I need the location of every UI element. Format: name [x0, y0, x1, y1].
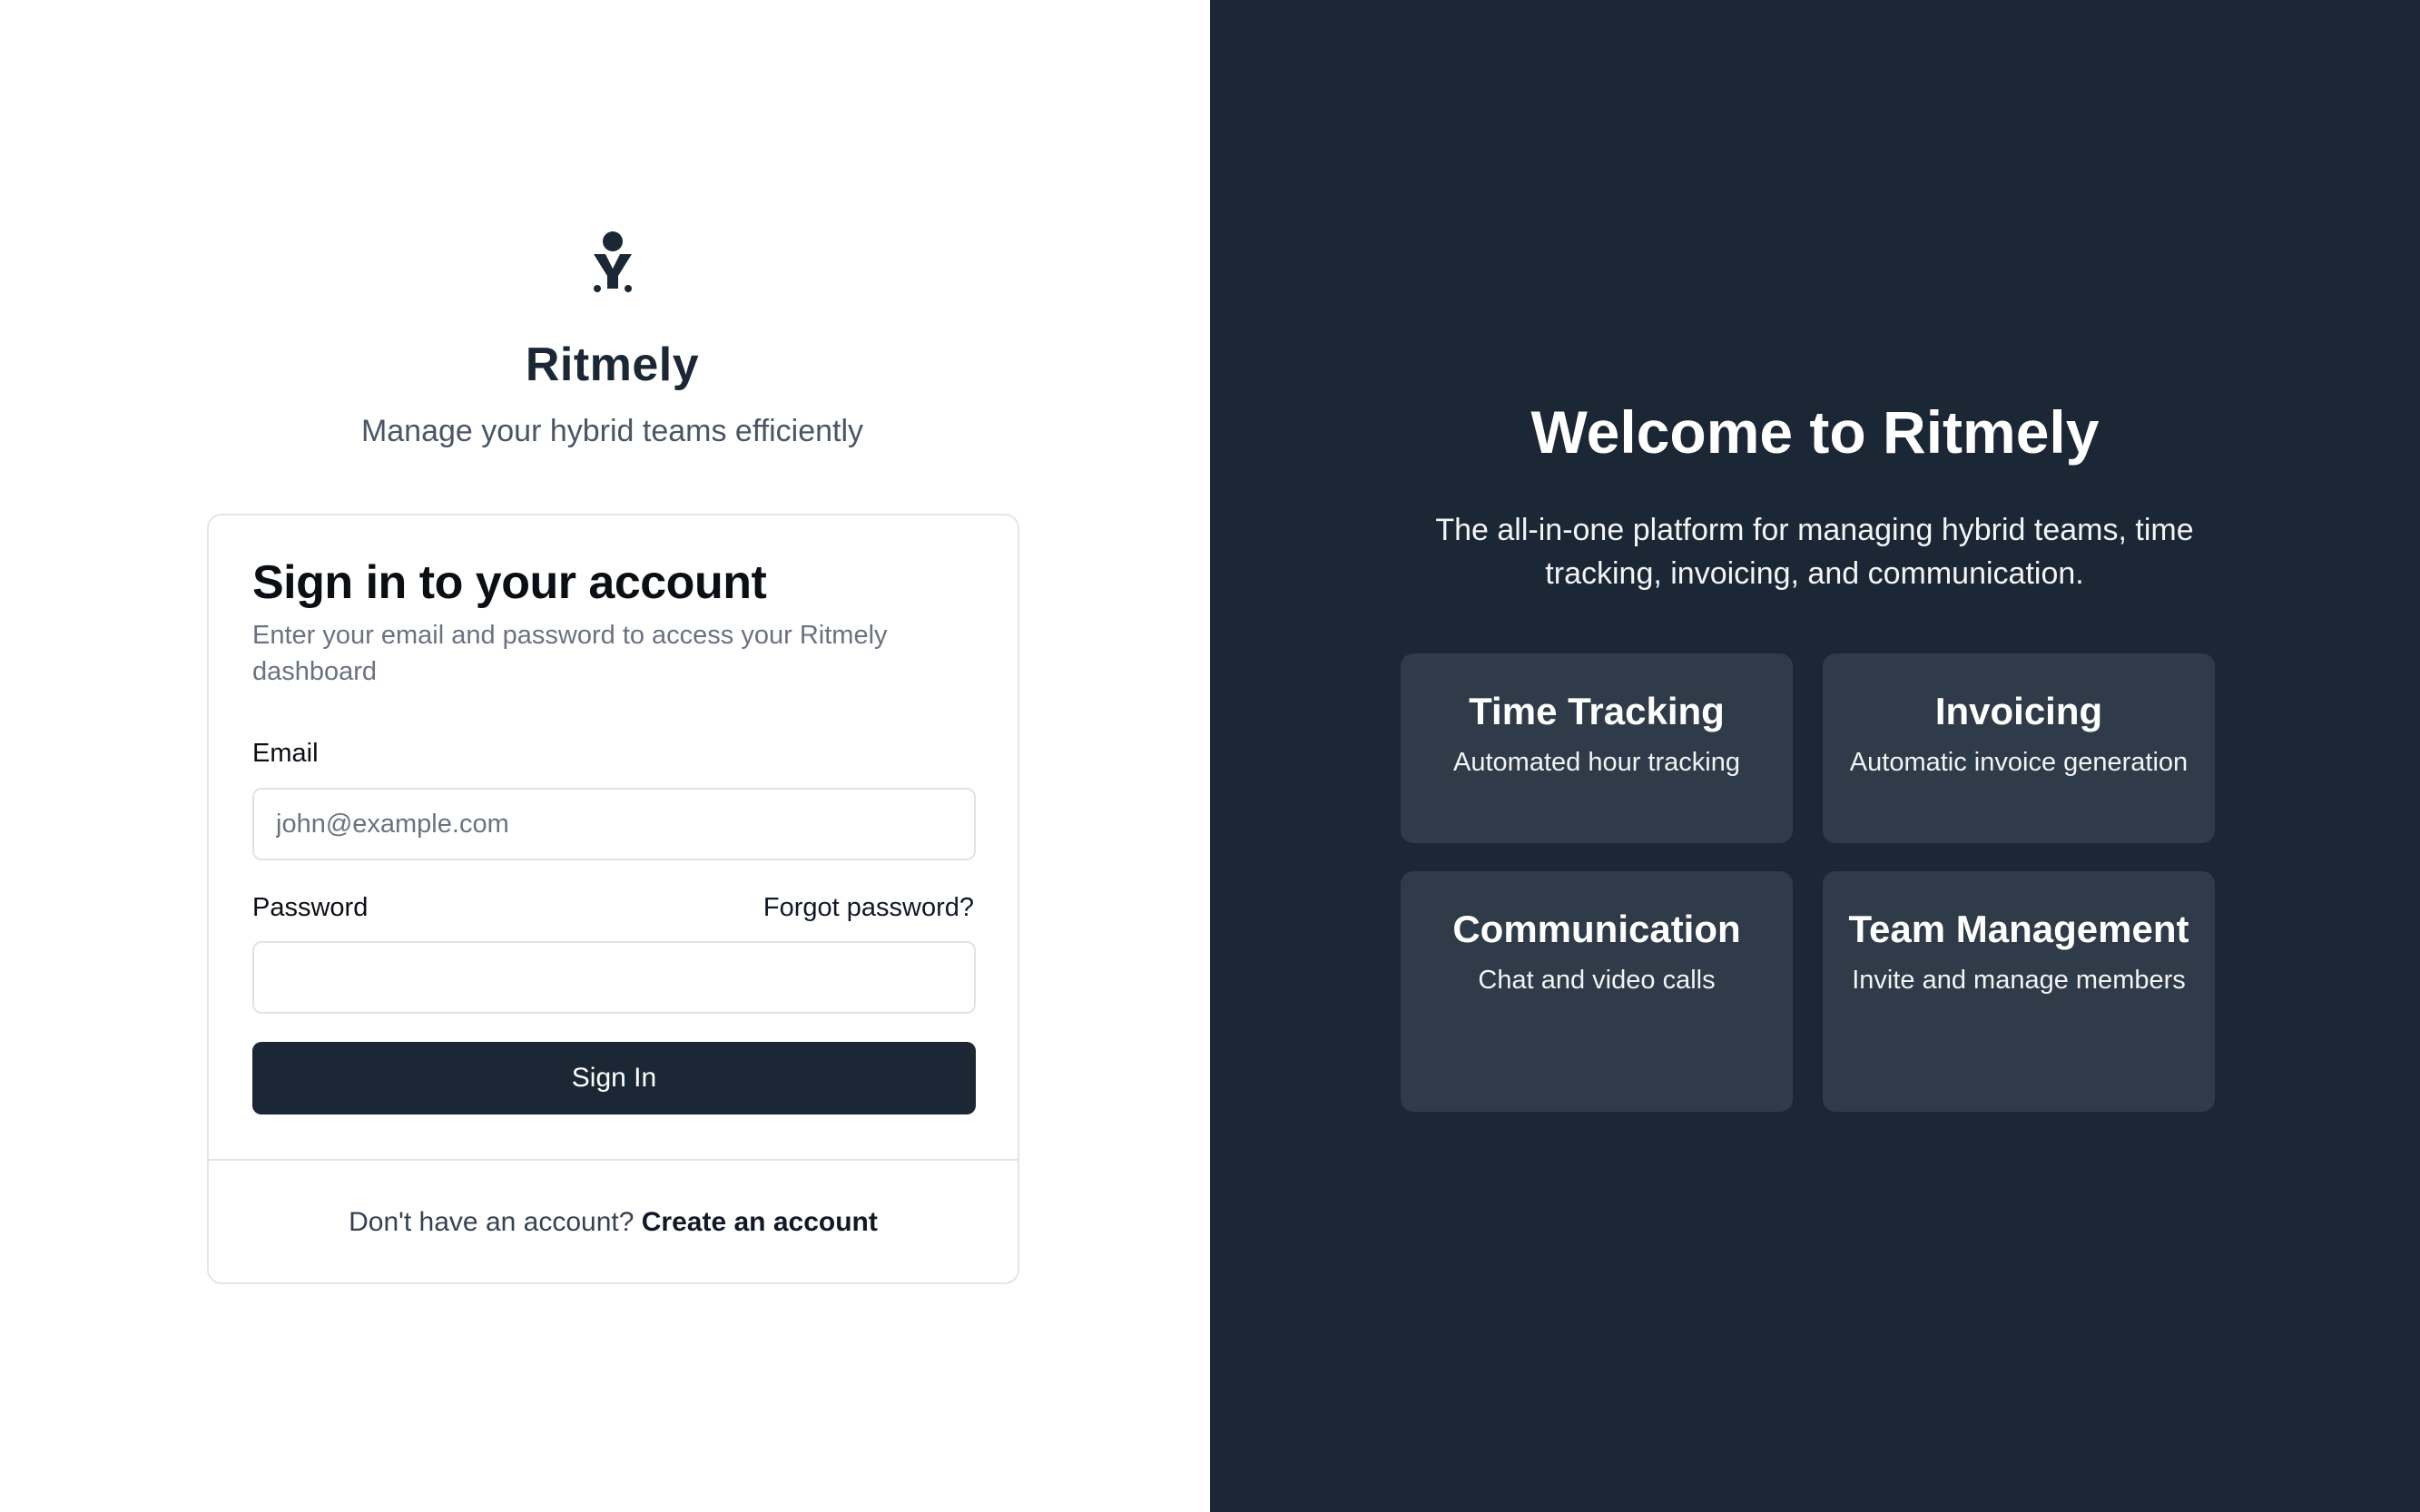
email-label: Email [252, 739, 319, 768]
welcome-description: The all-in-one platform for managing hyb… [1435, 513, 2194, 591]
feature-description: Chat and video calls [1478, 966, 1716, 995]
welcome-panel: Welcome to Ritmely The all-in-one platfo… [1210, 0, 2420, 1512]
signin-description: Enter your email and password to access … [252, 621, 888, 686]
feature-card-team-management: Team Management Invite and manage member… [1823, 871, 2215, 1112]
signin-panel: Ritmely Manage your hybrid teams efficie… [0, 0, 1210, 1512]
signin-card: Sign in to your account Enter your email… [207, 514, 1019, 1284]
sign-in-button[interactable]: Sign In [252, 1042, 976, 1114]
feature-title: Time Tracking [1469, 690, 1725, 732]
feature-card-communication: Communication Chat and video calls [1401, 871, 1793, 1112]
signup-prompt: Don't have an account? Create an account [209, 1207, 1018, 1238]
feature-card-time-tracking: Time Tracking Automated hour tracking [1401, 653, 1793, 843]
email-field[interactable] [252, 788, 976, 860]
signup-prompt-text: Don't have an account? [349, 1207, 635, 1237]
brand-tagline: Manage your hybrid teams efficiently [360, 414, 864, 448]
feature-description: Automated hour tracking [1453, 748, 1740, 777]
password-label: Password [252, 893, 369, 922]
feature-title: Communication [1452, 908, 1741, 950]
password-field[interactable] [252, 941, 976, 1014]
card-divider [209, 1159, 1018, 1161]
brand-name: Ritmely [525, 339, 700, 391]
feature-title: Invoicing [1934, 690, 2103, 732]
forgot-password-link[interactable]: Forgot password? [763, 893, 974, 923]
create-account-link[interactable]: Create an account [642, 1207, 878, 1237]
feature-title: Team Management [1848, 908, 2189, 950]
feature-description: Automatic invoice generation [1849, 748, 2189, 777]
ritmely-logo-icon [594, 231, 632, 292]
feature-description: Invite and manage members [1852, 966, 2186, 995]
signin-page: Ritmely Manage your hybrid teams efficie… [0, 0, 2420, 1512]
welcome-title: Welcome to Ritmely [1530, 398, 2100, 466]
feature-card-invoicing: Invoicing Automatic invoice generation [1823, 653, 2215, 843]
signin-title: Sign in to your account [252, 556, 767, 609]
